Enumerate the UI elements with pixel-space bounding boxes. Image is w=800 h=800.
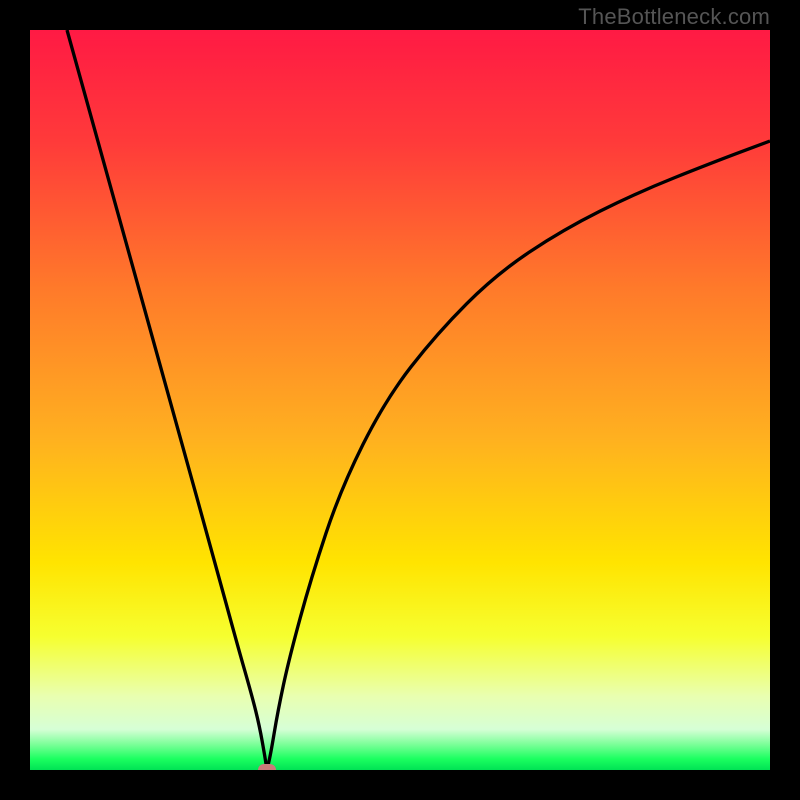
curve-left-branch <box>67 30 267 770</box>
vertex-marker <box>258 764 276 770</box>
chart-frame: TheBottleneck.com <box>0 0 800 800</box>
curve-right-branch <box>267 141 770 770</box>
bottleneck-curve <box>30 30 770 770</box>
attribution-label: TheBottleneck.com <box>578 4 770 30</box>
plot-area <box>30 30 770 770</box>
